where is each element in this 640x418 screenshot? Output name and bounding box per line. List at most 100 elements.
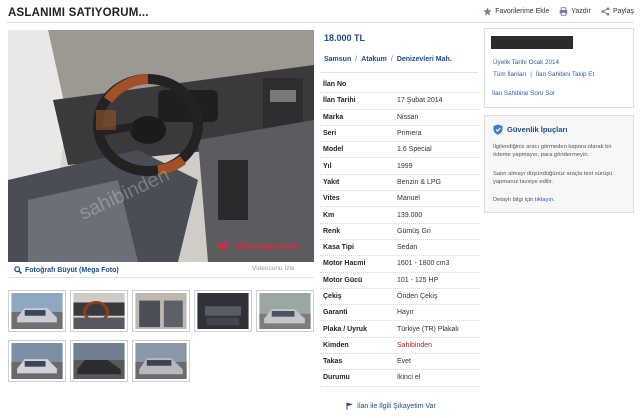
- detail-key: Vites: [323, 195, 340, 203]
- watermark-text: @pasagoynum: [235, 241, 300, 251]
- thumbnail-image: [197, 293, 249, 329]
- thumbnail[interactable]: [70, 340, 128, 382]
- detail-row: Yıl 1999: [320, 158, 480, 175]
- location-city[interactable]: Samsun: [324, 56, 351, 63]
- detail-key: Renk: [323, 227, 341, 235]
- bird-logo-icon: [217, 241, 231, 251]
- detail-key: Durumu: [323, 374, 350, 382]
- detail-row: Çekiş Önden Çekiş: [320, 289, 480, 306]
- thumbnail[interactable]: [8, 340, 66, 382]
- detail-value: Evet: [397, 358, 412, 366]
- print-label: Yazdır: [571, 8, 591, 15]
- detail-value: 1601 - 1800 cm3: [397, 260, 450, 268]
- detail-key: Model: [323, 146, 344, 154]
- safety-tip-3: Detaylı bilgi için tıklayın.: [493, 197, 555, 203]
- detail-key: Yakıt: [323, 178, 340, 186]
- safety-details-link[interactable]: tıklayın.: [535, 197, 555, 203]
- detail-value: 101 - 125 HP: [397, 276, 439, 284]
- thumbnail-image: [135, 343, 187, 379]
- magnifier-icon: [14, 266, 22, 274]
- detail-key: Çekiş: [323, 293, 342, 300]
- detail-value: Manuel: [397, 195, 420, 203]
- detail-value: Sedan: [397, 244, 418, 252]
- detail-row: Marka Nissan: [320, 110, 480, 126]
- seller-name-redacted: [491, 36, 573, 49]
- add-favorites-button[interactable]: Favorilerime Ekle: [483, 7, 549, 16]
- all-ads-link[interactable]: Tüm İlanları: [493, 71, 526, 78]
- detail-key: Kimden: [323, 341, 349, 349]
- report-listing-link[interactable]: İlan ile İlgili Şikayetim Var: [346, 402, 436, 410]
- share-label: Paylaş: [612, 8, 634, 15]
- detail-value: Türkiye (TR) Plakalı: [397, 325, 459, 333]
- location-district[interactable]: Atakum: [361, 56, 387, 63]
- safety-tips-title: Güvenlik İpuçları: [507, 125, 568, 134]
- detail-key: Plaka / Uyruk: [323, 325, 367, 333]
- share-button[interactable]: Paylaş: [601, 7, 634, 16]
- watch-video-link[interactable]: Videosunu İzle: [252, 265, 295, 272]
- detail-value: Benzin & LPG: [397, 178, 441, 186]
- detail-row: Takas Evet: [320, 354, 480, 371]
- mega-photo-link[interactable]: Fotoğrafı Büyüt (Mega Foto): [14, 266, 119, 274]
- add-favorites-label: Favorilerime Ekle: [495, 8, 550, 15]
- thumbnail-image: [11, 343, 63, 379]
- detail-key: Garanti: [323, 309, 348, 317]
- follow-seller-link[interactable]: İlan Sahibini Takip Et: [536, 71, 594, 78]
- detail-value: Nissan: [397, 113, 419, 121]
- detail-value: Sahibinden: [397, 341, 433, 349]
- star-icon: [483, 7, 492, 16]
- detail-key: Motor Gücü: [323, 276, 363, 284]
- safety-tip-3-text: Detaylı bilgi için: [493, 197, 535, 203]
- detail-row: Motor Gücü 101 - 125 HP: [320, 273, 480, 289]
- location-separator: /: [390, 56, 393, 63]
- detail-value: 1999: [397, 162, 413, 170]
- detail-row: Plaka / Uyruk Türkiye (TR) Plakalı: [320, 321, 480, 338]
- photo-watermark: @pasagoynum: [216, 239, 299, 253]
- detail-row: İlan No: [320, 77, 480, 94]
- detail-row: Kimden Sahibinden: [320, 338, 480, 355]
- thumbnail-image: [73, 343, 125, 379]
- detail-value: 139.000: [397, 211, 423, 219]
- detail-value: 1.6 Special: [397, 146, 432, 154]
- thumbnail[interactable]: [256, 290, 314, 332]
- safety-tips-header: Güvenlik İpuçları: [493, 124, 567, 135]
- detail-row: Motor Hacmi 1601 - 1800 cm3: [320, 256, 480, 273]
- shield-icon: [493, 124, 503, 135]
- detail-row: Durumu İkinci el: [320, 370, 480, 387]
- detail-value: 17 Şubat 2014: [397, 97, 443, 105]
- detail-value: Önden Çekiş: [397, 293, 438, 300]
- thumbnail-image: [135, 293, 187, 329]
- detail-row: Model 1.6 Special: [320, 142, 480, 159]
- seller-links: Tüm İlanları | İlan Sahibini Takip Et: [493, 71, 594, 78]
- detail-key: Motor Hacmi: [323, 260, 366, 268]
- detail-row: Renk Gümüş Gri: [320, 224, 480, 240]
- print-icon: [559, 7, 568, 16]
- header-divider: [6, 22, 634, 23]
- detail-key: Km: [323, 211, 335, 219]
- ask-seller-link[interactable]: İlan Sahibine Soru Sor: [492, 90, 555, 97]
- report-listing-label: İlan ile İlgili Şikayetim Var: [357, 402, 436, 410]
- detail-row: Vites Manuel: [320, 191, 480, 208]
- thumbnail[interactable]: [132, 290, 190, 332]
- thumbnail[interactable]: [8, 290, 66, 332]
- detail-key: Yıl: [323, 162, 332, 170]
- member-since: Üyelik Tarihi Ocak 2014: [493, 59, 560, 66]
- thumbnail-image: [11, 293, 63, 329]
- thumbnail[interactable]: [132, 340, 190, 382]
- detail-row: Yakıt Benzin & LPG: [320, 175, 480, 192]
- detail-value: İkinci el: [397, 374, 421, 382]
- thumbnail[interactable]: [70, 290, 128, 332]
- detail-key: İlan No: [323, 81, 347, 89]
- main-photo[interactable]: sahibinden: [8, 30, 314, 262]
- detail-row: Garanti Hayır: [320, 305, 480, 322]
- location-neighborhood[interactable]: Denizevleri Mah.: [397, 56, 452, 63]
- detail-row: Seri Primera: [320, 126, 480, 143]
- details-table: İlan No İlan Tarihi 17 Şubat 2014 Marka Ni…: [320, 77, 480, 387]
- gallery-divider: [8, 277, 314, 278]
- listing-title: ASLANIMI SATIYORUM...: [8, 7, 149, 19]
- detail-key: Kasa Tipi: [323, 244, 354, 252]
- print-button[interactable]: Yazdır: [559, 7, 591, 16]
- thumbnail[interactable]: [194, 290, 252, 332]
- detail-key: Marka: [323, 113, 344, 121]
- flag-icon: [346, 402, 353, 410]
- detail-value: Primera: [397, 130, 422, 138]
